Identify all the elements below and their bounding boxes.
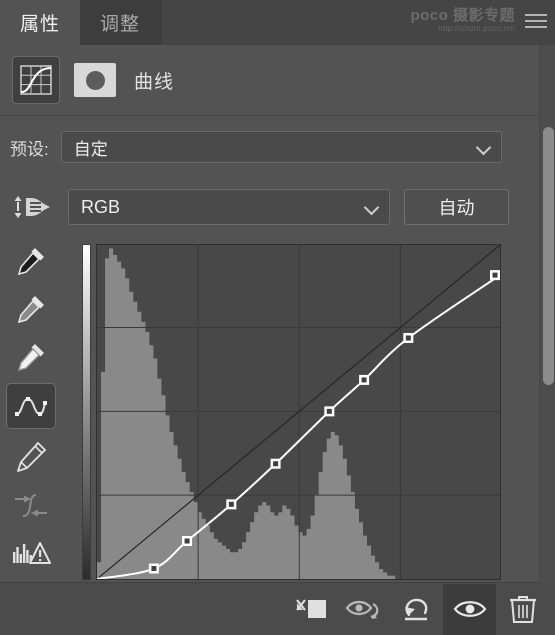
page-title: 曲线 [134,71,175,93]
tab-bar-filler [160,0,555,45]
layer-mask-thumbnail[interactable] [74,63,116,97]
pencil-draw-curve-icon[interactable] [6,434,56,480]
curves-graph[interactable] [96,244,501,580]
preset-row: 预设: 自定 [0,128,555,166]
hamburger-menu-icon[interactable] [525,14,547,30]
delete-adjustment-layer-button[interactable] [496,584,549,635]
clip-to-layer-icon [295,599,326,618]
edit-points-curve-icon[interactable] [6,383,56,429]
preset-label: 预设: [10,139,49,159]
toggle-previous-state-button[interactable] [337,584,390,635]
tab-adjustments[interactable]: 调整 [80,0,161,45]
smooth-curve-icon[interactable] [6,483,56,529]
tab-adjustments-label: 调整 [100,14,141,35]
clip-to-layer-button[interactable] [284,584,337,635]
channel-selected-value: RGB [81,196,121,217]
auto-button-label: 自动 [438,198,475,218]
curves-graph-area [76,240,506,582]
curves-tool-column [0,238,68,583]
trash-icon [509,596,536,623]
panel-tab-bar: 属性 调整 poco 摄影专题 http://photo.poco.cn/ [0,0,555,45]
curves-plot[interactable] [97,245,500,579]
preset-select[interactable]: 自定 [60,131,502,163]
toggle-layer-visibility-button[interactable] [443,583,496,635]
scrollbar-thumb[interactable] [543,127,554,385]
channel-select[interactable]: RGB [68,189,390,225]
vertical-scrollbar[interactable] [539,45,555,583]
mask-shape [85,70,105,90]
eye-icon [453,601,486,617]
curves-properties-panel: 属性 调整 poco 摄影专题 http://photo.poco.cn/ 曲线… [0,0,555,635]
auto-button[interactable]: 自动 [404,189,509,225]
gray-point-eyedropper-icon[interactable] [6,286,56,332]
on-image-adjustment-icon[interactable] [10,192,56,222]
white-point-eyedropper-icon[interactable] [6,334,56,380]
chevron-down-icon [366,201,379,214]
black-point-eyedropper-icon[interactable] [6,238,56,284]
panel-footer [0,582,555,635]
channel-row: RGB 自动 [0,186,555,228]
histogram-warning-icon[interactable] [6,530,56,576]
eye-previous-state-icon [345,600,378,619]
chevron-down-icon [478,141,491,154]
tab-properties-label: 属性 [20,14,61,35]
curves-grid-icon [12,56,60,104]
adjustment-header-row: 曲线 [0,45,555,116]
output-tonal-ramp [82,244,91,580]
tab-properties[interactable]: 属性 [0,0,81,45]
reset-adjustment-button[interactable] [390,584,443,635]
preset-selected-value: 自定 [73,139,108,159]
reset-arrow-icon [404,598,427,621]
